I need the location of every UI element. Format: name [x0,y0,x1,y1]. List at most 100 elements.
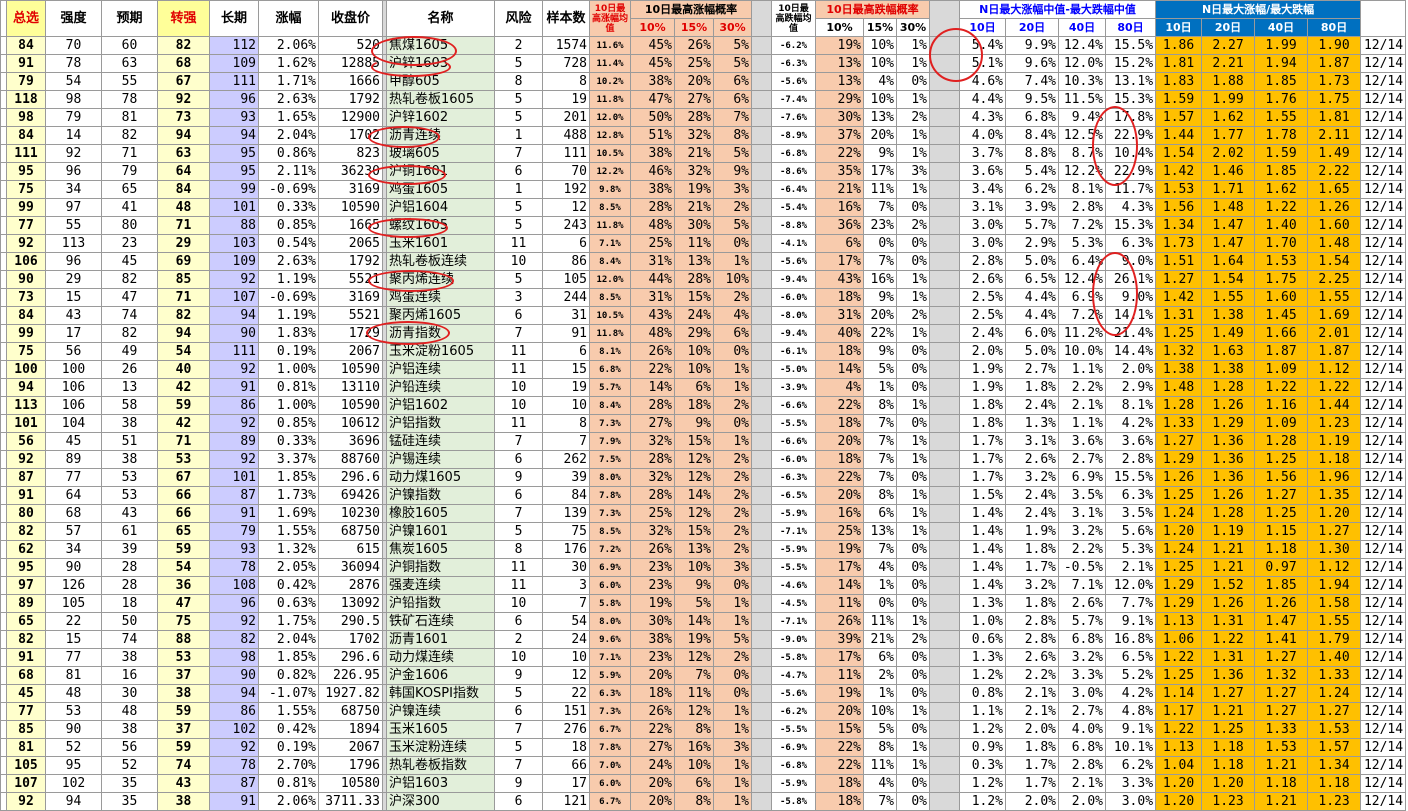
cell-d15[interactable]: 8% [864,487,897,505]
cell-yq[interactable]: 79 [102,163,158,181]
cell-r20[interactable]: 1.26 [1202,487,1255,505]
cell-n10[interactable]: 0.9% [960,739,1006,757]
cell-fx[interactable]: 11 [495,361,543,379]
cell-n10[interactable]: 4.6% [960,73,1006,91]
cell-g10[interactable]: 31% [631,289,675,307]
sub-header-g10[interactable]: 10% [631,19,675,37]
cell-d15[interactable]: 1% [864,685,897,703]
separator-cell[interactable] [752,91,772,109]
cell-g15[interactable]: 8% [675,793,714,811]
separator-cell[interactable] [752,415,772,433]
cell-r10[interactable]: 1.83 [1156,73,1202,91]
cell-zx[interactable]: 106 [7,253,46,271]
separator-cell[interactable] [752,199,772,217]
cell-fx[interactable]: 11 [495,559,543,577]
cell-mc[interactable]: 橡胶1605 [387,505,495,523]
separator-cell[interactable] [930,55,960,73]
cell-d15[interactable]: 6% [864,505,897,523]
cell-n40[interactable]: 5.7% [1059,613,1106,631]
table-row[interactable]: 91773853981.85%296.6动力煤连续10107.1%23%12%2… [1,649,1408,667]
cell-yq[interactable]: 82 [102,325,158,343]
cell-zf[interactable]: 2.11% [259,163,319,181]
cell-r80[interactable]: 1.34 [1308,757,1361,775]
cell-d30[interactable]: 1% [897,127,930,145]
cell-gm[interactable]: 6.0% [590,577,631,595]
cell-n40[interactable]: 3.2% [1059,523,1106,541]
cell-d10[interactable]: 18% [816,415,864,433]
cell-cq[interactable]: 96 [210,91,259,109]
cell-d10[interactable]: 19% [816,37,864,55]
cell-d15[interactable]: 2% [864,667,897,685]
col-header-yangben[interactable]: 样本数 [543,1,590,37]
cell-n80[interactable]: 4.3% [1106,199,1156,217]
cell-yq[interactable]: 23 [102,235,158,253]
separator-cell[interactable] [930,397,960,415]
cell-r40[interactable]: 1.25 [1255,505,1308,523]
cell-sp[interactable]: 296.6 [319,469,383,487]
cell-g30[interactable]: 7% [714,109,752,127]
cell-yb[interactable]: 30 [543,559,590,577]
cell-cq[interactable]: 82 [210,631,259,649]
cell-qd[interactable]: 113 [46,235,102,253]
cell-mc[interactable]: 沪铜1601 [387,163,495,181]
table-row[interactable]: 847060821122.06%520焦煤16052157411.6%45%26… [1,37,1408,55]
cell-d10[interactable]: 17% [816,559,864,577]
cell-zx[interactable]: 80 [7,505,46,523]
cell-zf[interactable]: 2.04% [259,631,319,649]
cell-g10[interactable]: 18% [631,685,675,703]
cell-qd[interactable]: 90 [46,559,102,577]
cell-cq[interactable]: 101 [210,469,259,487]
cell-g10[interactable]: 28% [631,487,675,505]
cell-cq[interactable]: 107 [210,289,259,307]
cell-zq[interactable]: 29 [158,235,210,253]
cell-qd[interactable]: 94 [46,793,102,811]
separator-cell[interactable] [930,667,960,685]
cell-yb[interactable]: 12 [543,667,590,685]
cell-zf[interactable]: 3.37% [259,451,319,469]
cell-g30[interactable]: 1% [714,595,752,613]
cell-zf[interactable]: 0.42% [259,721,319,739]
cell-g15[interactable]: 15% [675,523,714,541]
cell-g30[interactable]: 1% [714,775,752,793]
cell-cq[interactable]: 94 [210,685,259,703]
cell-g30[interactable]: 1% [714,757,752,775]
cell-dt[interactable]: 12/14 [1361,91,1406,109]
cell-r20[interactable]: 2.27 [1202,37,1255,55]
cell-r20[interactable]: 1.47 [1202,217,1255,235]
cell-r20[interactable]: 1.31 [1202,613,1255,631]
separator-cell[interactable] [752,595,772,613]
cell-yq[interactable]: 45 [102,253,158,271]
cell-zx[interactable]: 91 [7,55,46,73]
cell-d15[interactable]: 0% [864,595,897,613]
cell-n80[interactable]: 15.3% [1106,91,1156,109]
separator-cell[interactable] [752,325,772,343]
cell-yb[interactable]: 151 [543,703,590,721]
cell-n80[interactable]: 9.1% [1106,721,1156,739]
cell-cq[interactable]: 96 [210,595,259,613]
cell-r10[interactable]: 1.13 [1156,613,1202,631]
cell-d10[interactable]: 16% [816,199,864,217]
cell-cq[interactable]: 87 [210,487,259,505]
cell-r80[interactable]: 2.11 [1308,127,1361,145]
cell-d30[interactable]: 1% [897,55,930,73]
cell-n80[interactable]: 4.2% [1106,685,1156,703]
cell-mc[interactable]: 焦炭1605 [387,541,495,559]
cell-mc[interactable]: 沥青连续 [387,127,495,145]
cell-r10[interactable]: 1.17 [1156,703,1202,721]
cell-n10[interactable]: 1.8% [960,397,1006,415]
cell-zq[interactable]: 92 [158,91,210,109]
cell-n10[interactable]: 3.7% [960,145,1006,163]
cell-d10[interactable]: 13% [816,55,864,73]
cell-r80[interactable]: 1.60 [1308,217,1361,235]
cell-r80[interactable]: 1.48 [1308,235,1361,253]
cell-fx[interactable]: 11 [495,577,543,595]
cell-gm[interactable]: 7.3% [590,703,631,721]
table-row[interactable]: 859038371020.42%1894玉米160572766.7%22%8%1… [1,721,1408,739]
cell-r80[interactable]: 2.22 [1308,163,1361,181]
cell-gm[interactable]: 6.7% [590,721,631,739]
cell-mc[interactable]: 沪镍指数 [387,487,495,505]
cell-cq[interactable]: 111 [210,343,259,361]
cell-n20[interactable]: 1.3% [1006,415,1059,433]
cell-zf[interactable]: 1.32% [259,541,319,559]
separator-cell[interactable] [930,199,960,217]
